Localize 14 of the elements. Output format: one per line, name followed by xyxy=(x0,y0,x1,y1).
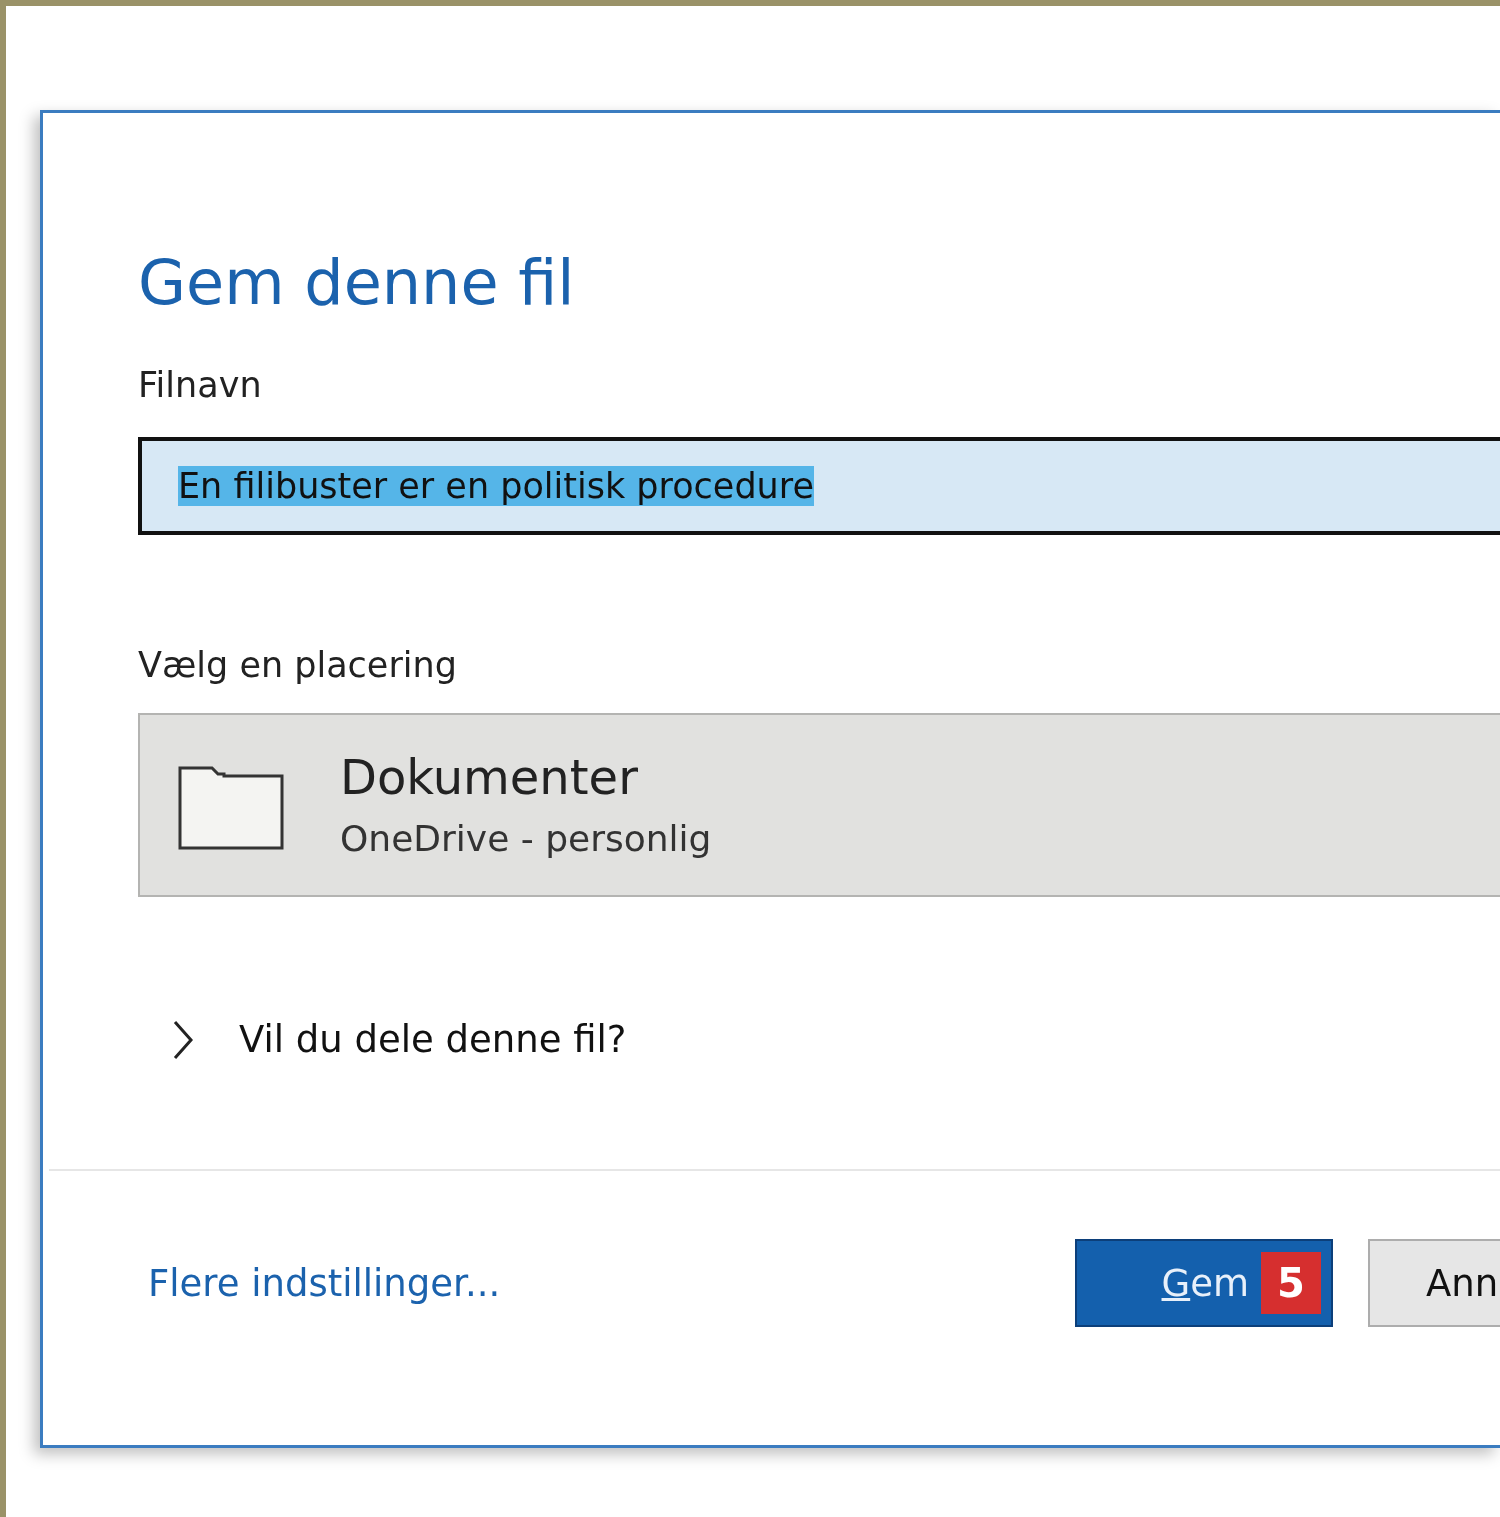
field-label: Filnavn xyxy=(138,364,263,407)
location-service: OneDrive - personlig xyxy=(340,817,712,861)
shortcut-badge: 5 xyxy=(1261,1252,1321,1314)
chevron-icon[interactable] xyxy=(171,1020,195,1060)
more-options-link[interactable]: Flere indstillinger... xyxy=(148,1261,501,1305)
location-picker[interactable]: Dokumenter OneDrive - personlig xyxy=(138,713,1500,897)
folder-icon xyxy=(178,766,284,850)
save-button[interactable]: Gem 5 xyxy=(1075,1239,1333,1327)
location-name: Dokumenter xyxy=(340,748,639,807)
cancel-button[interactable]: Ann xyxy=(1368,1239,1500,1327)
field-label: Vælg en placering xyxy=(138,644,458,687)
filename-field[interactable]: En filibuster er en politisk procedure xyxy=(138,437,1500,535)
share-toggle[interactable]: Vil du dele denne fil? xyxy=(239,1015,627,1065)
dialog-title: Gem denne fil xyxy=(138,245,576,321)
